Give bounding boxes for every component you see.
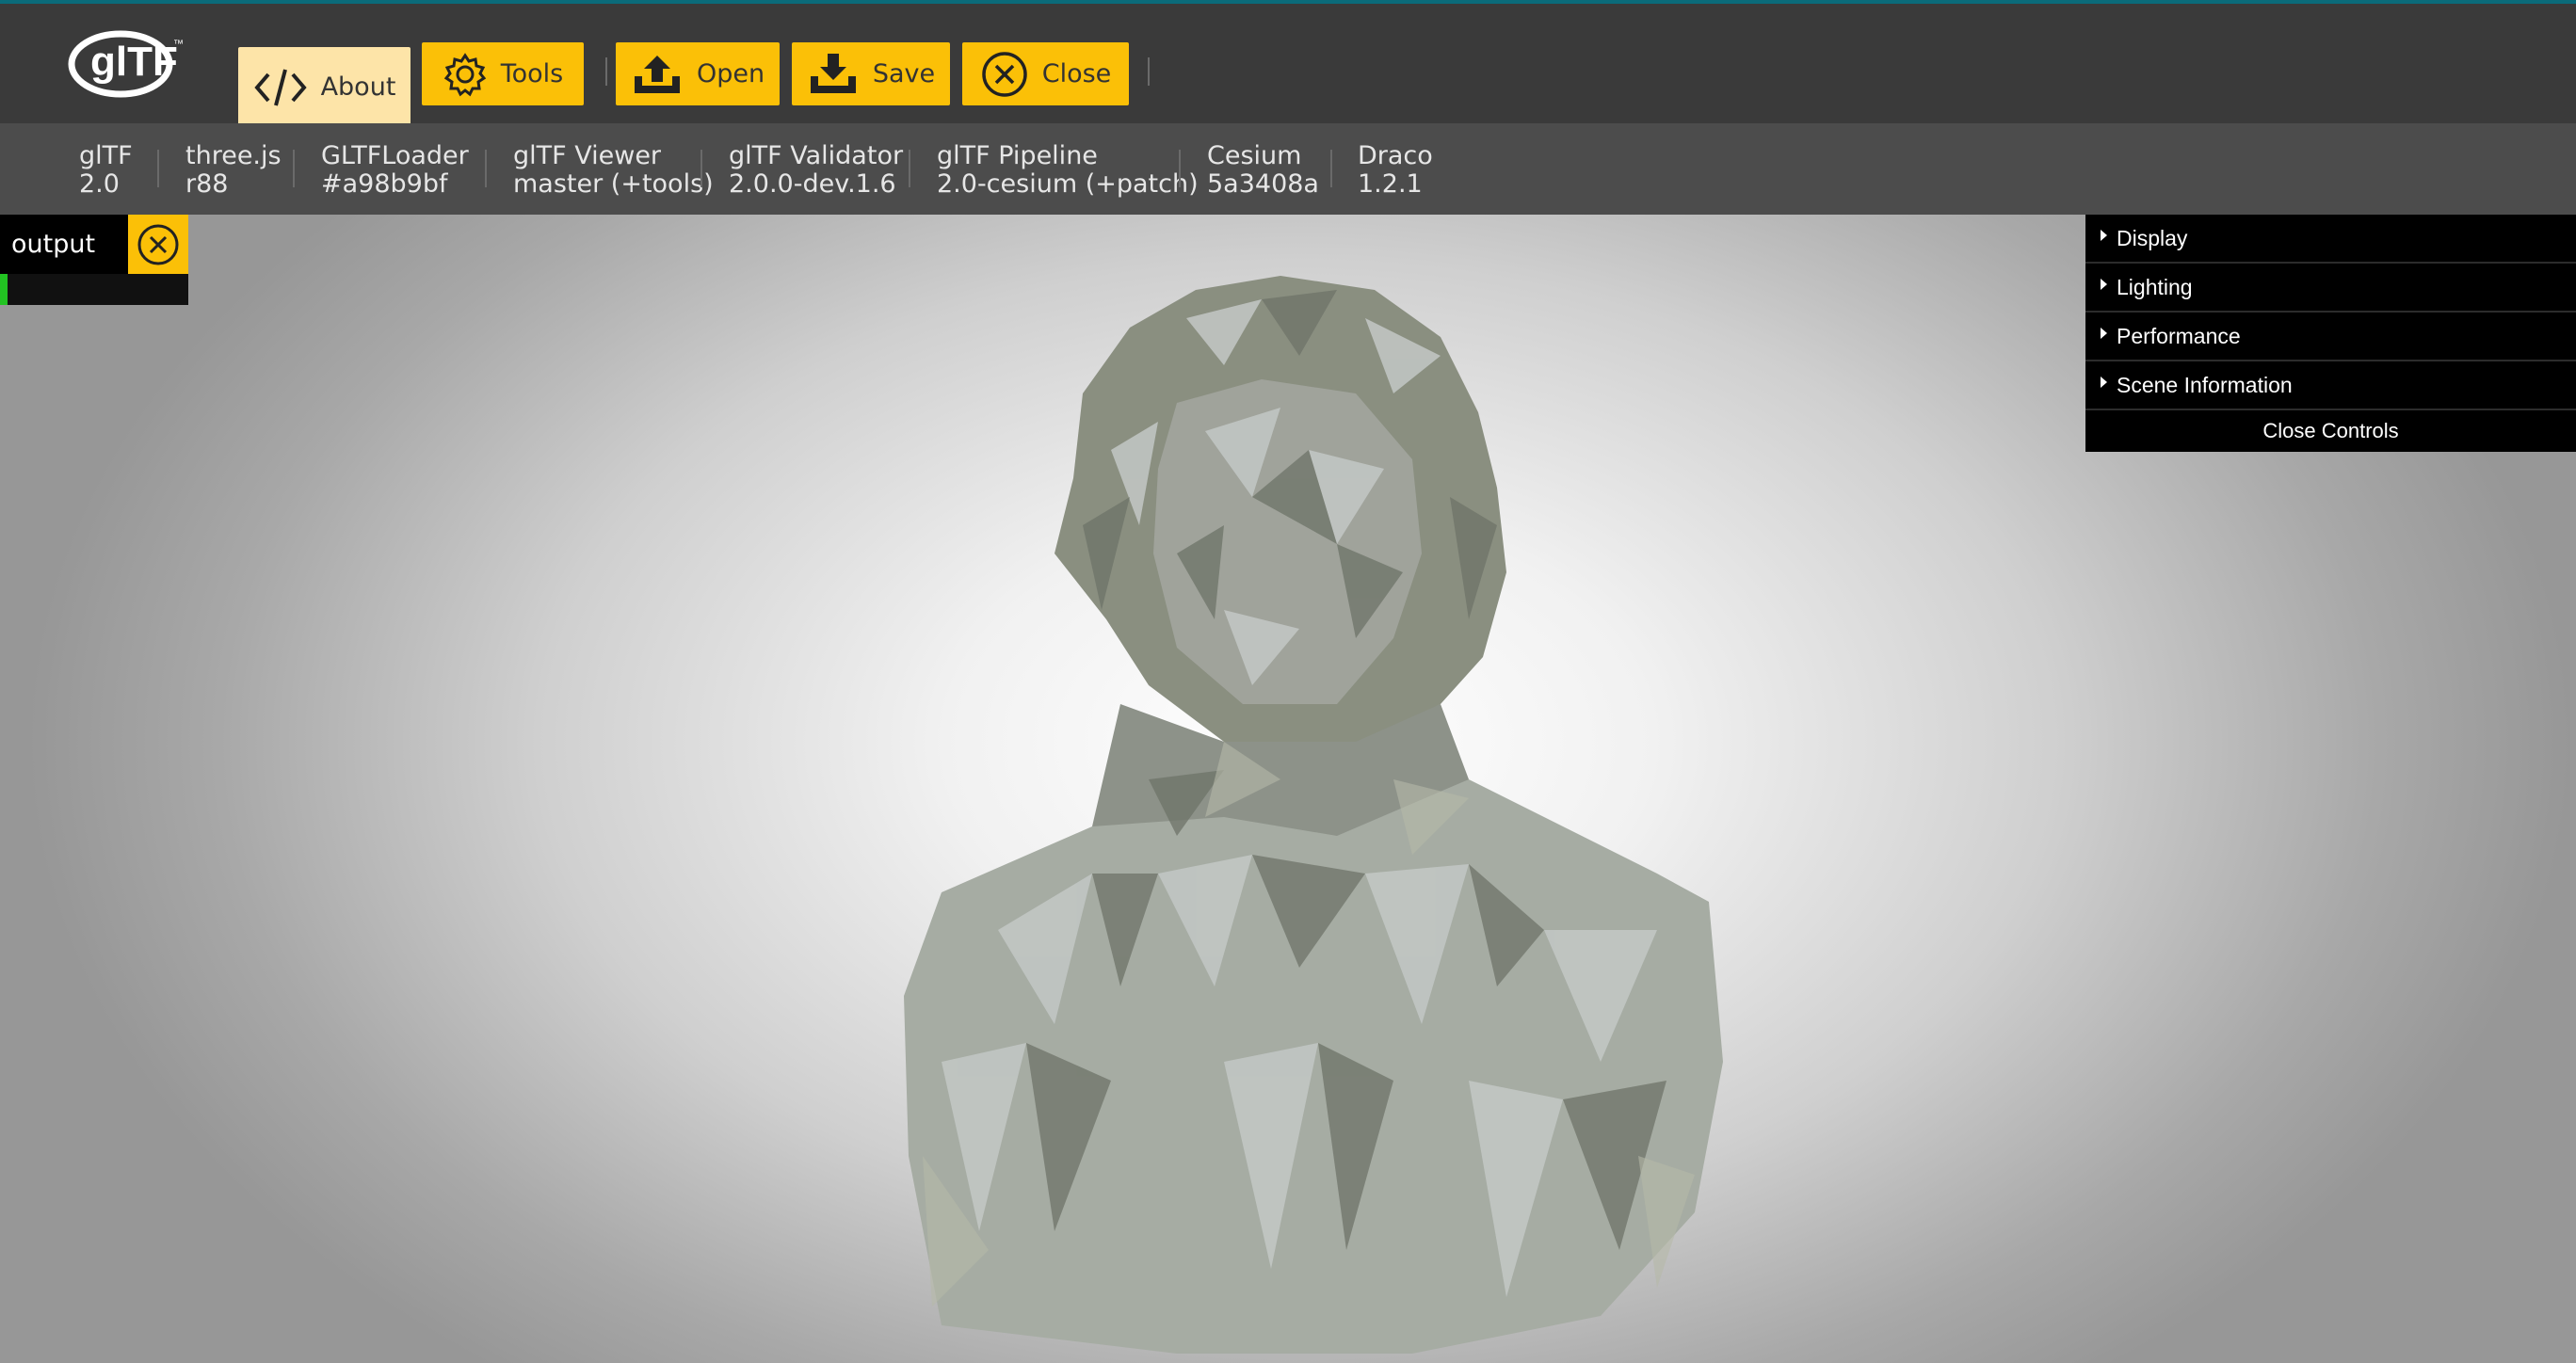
folder-scene-information[interactable]: Scene Information: [2085, 361, 2576, 410]
version-gltf-validator: glTF Validator 2.0.0-dev.1.6: [729, 142, 903, 199]
output-panel: output: [0, 215, 188, 305]
triangle-right-icon: [2101, 279, 2107, 290]
tools-label: Tools: [500, 59, 564, 88]
version-name: Draco: [1358, 141, 1433, 170]
top-toolbar: glTF ™ About Tools Open Save Close: [0, 0, 2576, 127]
version-cesium: Cesium 5a3408a: [1207, 142, 1319, 199]
output-label: output: [0, 215, 128, 274]
triangle-right-icon: [2101, 328, 2107, 339]
output-close-button[interactable]: [128, 215, 188, 274]
about-label: About: [320, 72, 396, 102]
version-divider: [909, 150, 910, 187]
gltf-logo: glTF ™: [68, 26, 190, 98]
version-divider: [1330, 150, 1332, 187]
close-button[interactable]: Close: [962, 42, 1129, 105]
tools-button[interactable]: Tools: [422, 42, 584, 105]
version-value: 2.0-cesium (+patch): [937, 169, 1199, 199]
folder-lighting[interactable]: Lighting: [2085, 264, 2576, 313]
save-button[interactable]: Save: [792, 42, 950, 105]
version-name: three.js: [185, 141, 282, 170]
gear-icon: [443, 52, 486, 96]
version-name: glTF Pipeline: [937, 141, 1098, 170]
triangle-right-icon: [2101, 230, 2107, 241]
version-value: 2.0.0-dev.1.6: [729, 169, 896, 199]
version-gltfloader: GLTFLoader #a98b9bf: [321, 142, 469, 199]
controls-panel: Display Lighting Performance Scene Infor…: [2085, 215, 2576, 452]
version-value: 5a3408a: [1207, 169, 1319, 199]
folder-label: Performance: [2117, 323, 2241, 348]
close-circle-icon: [137, 224, 179, 265]
download-icon: [810, 53, 856, 93]
version-bar: glTF 2.0 three.js r88 GLTFLoader #a98b9b…: [0, 123, 2576, 215]
close-circle-icon: [981, 51, 1027, 97]
version-value: 1.2.1: [1358, 169, 1423, 199]
version-divider: [485, 150, 487, 187]
version-gltf-viewer: glTF Viewer master (+tools): [513, 142, 714, 199]
version-draco: Draco 1.2.1: [1358, 142, 1433, 199]
version-value: 2.0: [79, 169, 120, 199]
version-name: Cesium: [1207, 141, 1302, 170]
folder-performance[interactable]: Performance: [2085, 313, 2576, 361]
version-divider: [700, 150, 702, 187]
triangle-right-icon: [2101, 377, 2107, 388]
version-divider: [1179, 150, 1181, 187]
open-button[interactable]: Open: [616, 42, 780, 105]
version-divider: [293, 150, 295, 187]
logo-text: glTF: [90, 39, 178, 85]
folder-label: Scene Information: [2117, 372, 2293, 397]
version-name: GLTFLoader: [321, 141, 469, 170]
toolbar-divider: [605, 57, 607, 86]
version-value: master (+tools): [513, 169, 714, 199]
folder-label: Lighting: [2117, 274, 2193, 299]
version-gltf: glTF 2.0: [79, 142, 133, 199]
save-label: Save: [872, 59, 936, 88]
svg-text:™: ™: [173, 39, 184, 50]
version-value: #a98b9bf: [321, 169, 448, 199]
version-threejs: three.js r88: [185, 142, 282, 199]
output-progress-fill: [0, 274, 8, 305]
folder-label: Display: [2117, 225, 2188, 250]
folder-display[interactable]: Display: [2085, 215, 2576, 264]
version-name: glTF: [79, 141, 133, 170]
code-icon: [253, 68, 307, 106]
output-progress-track: [0, 274, 188, 305]
version-name: glTF Validator: [729, 141, 904, 170]
version-gltf-pipeline: glTF Pipeline 2.0-cesium (+patch): [937, 142, 1199, 199]
close-controls-button[interactable]: Close Controls: [2085, 410, 2576, 452]
version-divider: [157, 150, 159, 187]
version-name: glTF Viewer: [513, 141, 662, 170]
about-button[interactable]: About: [238, 47, 411, 127]
open-label: Open: [696, 59, 765, 88]
version-value: r88: [185, 169, 229, 199]
toolbar-divider: [1148, 57, 1150, 86]
close-label: Close: [1041, 59, 1112, 88]
upload-icon: [634, 55, 680, 93]
